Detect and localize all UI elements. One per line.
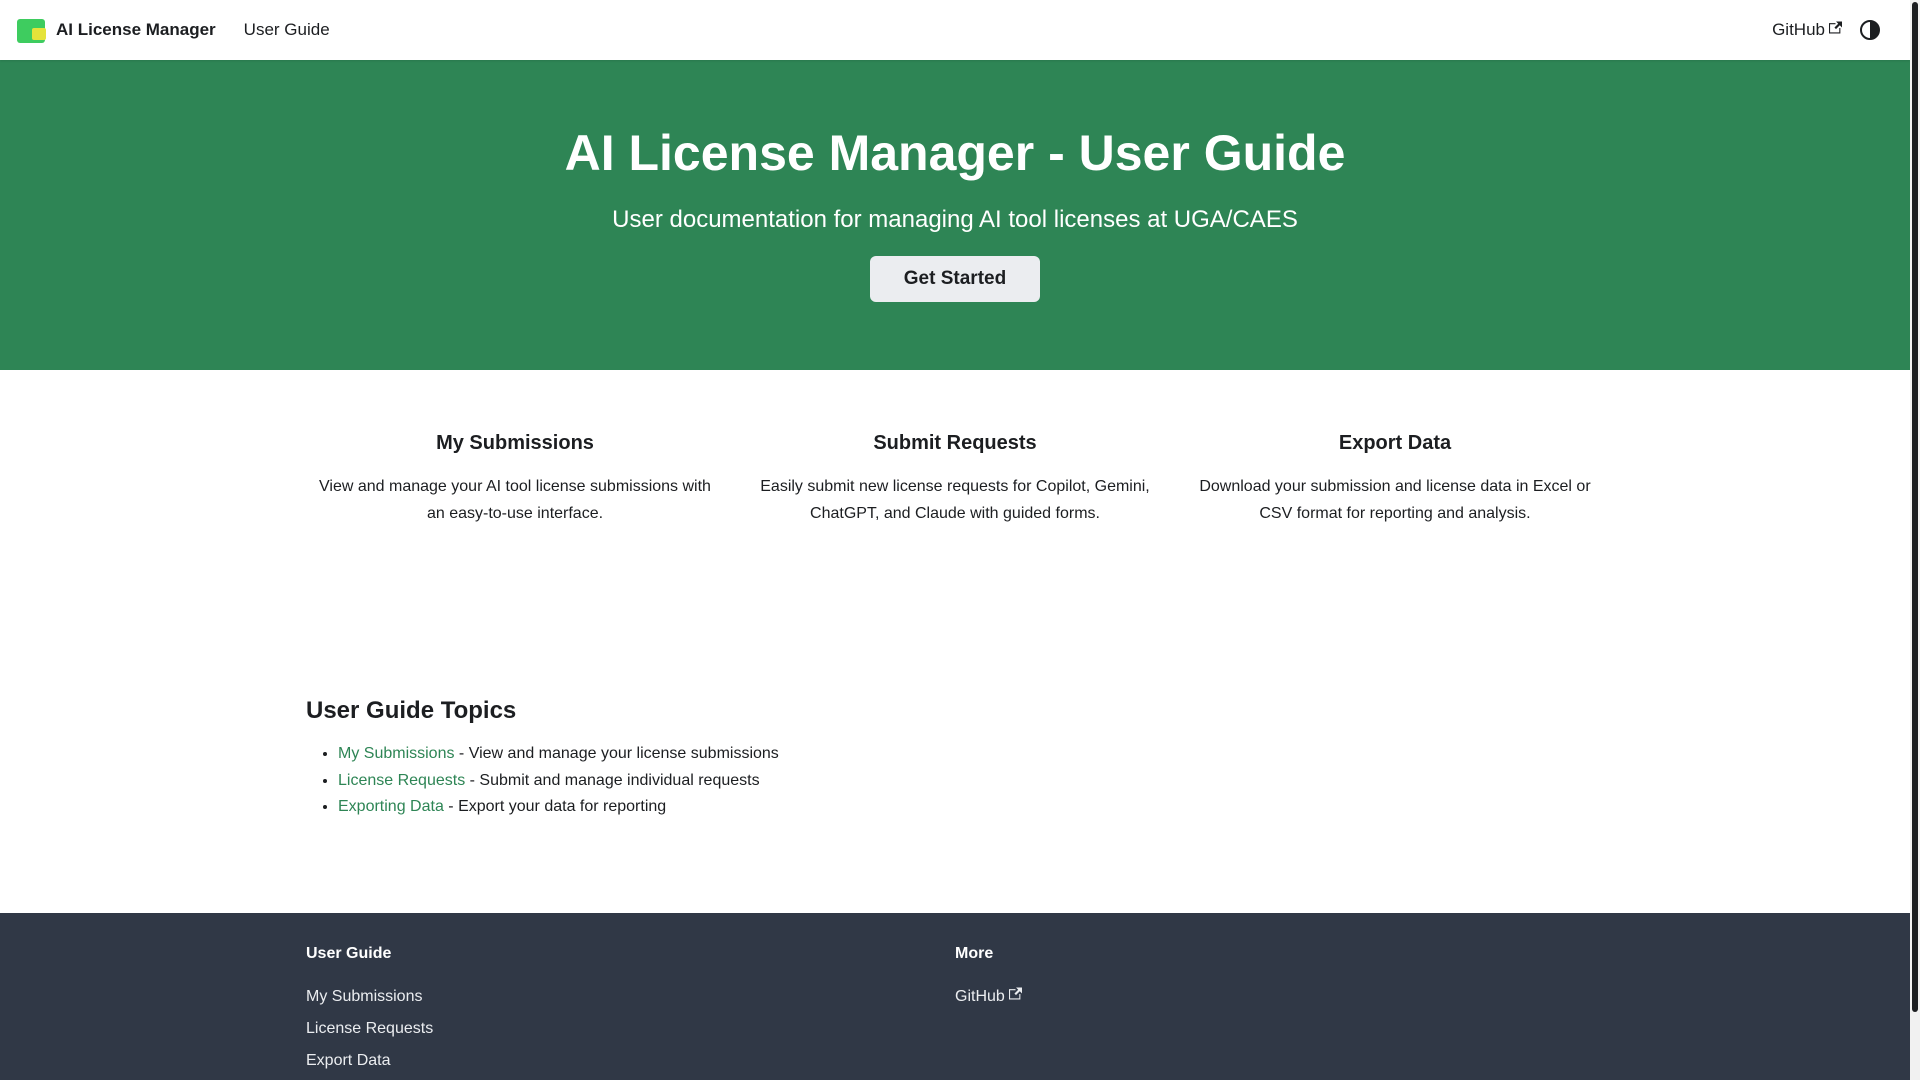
footer-link-export-data[interactable]: Export Data (306, 1045, 955, 1077)
topic-link-exporting-data[interactable]: Exporting Data (338, 798, 444, 815)
features: My Submissions View and manage your AI to… (295, 370, 1615, 527)
feature-export-data: Export Data Download your submission and … (1175, 432, 1615, 527)
feature-text: Download your submission and license dat… (1199, 478, 1591, 522)
brand-title: AI License Manager (56, 20, 216, 39)
logo-icon (16, 16, 48, 44)
get-started-button[interactable]: Get Started (869, 256, 1041, 302)
feature-submit-requests: Submit Requests Easily submit new license… (735, 432, 1175, 527)
github-label: GitHub (955, 988, 1005, 1005)
footer-col-title: User Guide (306, 945, 392, 962)
hero-title: AI License Manager - User Guide (564, 125, 1346, 181)
footer-link-license-requests[interactable]: License Requests (306, 1013, 955, 1045)
hero: AI License Manager - User Guide User doc… (0, 60, 1910, 370)
topic-desc: - Export your data for reporting (443, 798, 667, 815)
nav-user-guide[interactable]: User Guide (244, 20, 330, 40)
theme-toggle-icon[interactable] (1860, 20, 1880, 40)
footer-link-github[interactable]: GitHub (955, 981, 1604, 1013)
footer-col-title: More (955, 945, 994, 962)
topics-heading: User Guide Topics (306, 697, 517, 724)
topic-desc: - Submit and manage individual requests (465, 771, 760, 789)
feature-title: My Submissions (436, 432, 594, 454)
topics: User Guide Topics My Submissions - View … (306, 697, 1604, 821)
external-link-icon (1008, 987, 1022, 1000)
github-label: GitHub (1772, 20, 1825, 39)
topic-link-license-requests[interactable]: License Requests (338, 772, 465, 789)
feature-my-submissions: My Submissions View and manage your AI to… (295, 432, 735, 527)
scrollbar[interactable] (1910, 0, 1920, 1080)
feature-title: Export Data (1338, 432, 1452, 454)
topic-link-my-submissions[interactable]: My Submissions (338, 745, 454, 762)
list-item: Exporting Data - Export your data for re… (338, 794, 1604, 821)
navbar: AI License Manager User Guide GitHub (0, 0, 1910, 60)
page: AI License Manager User Guide GitHub AI … (0, 0, 1910, 1080)
list-item: License Requests - Submit and manage ind… (338, 768, 1604, 795)
footer-link-my-submissions[interactable]: My Submissions (306, 981, 955, 1013)
topic-desc: - View and manage your license submissio… (454, 745, 779, 762)
brand-link[interactable]: AI License Manager (16, 16, 216, 44)
feature-title: Submit Requests (873, 432, 1037, 454)
hero-subtitle: User documentation for managing AI tool … (612, 206, 1298, 233)
scrollbar-thumb[interactable] (1912, 2, 1918, 1012)
footer: User Guide My Submissions License Reques… (0, 913, 1910, 1080)
list-item: My Submissions - View and manage your li… (338, 741, 1604, 768)
external-link-icon (1829, 21, 1842, 34)
footer-col-more: More GitHub (955, 945, 1604, 1077)
feature-text: Easily submit new license requests for C… (760, 478, 1150, 522)
nav-github-link[interactable]: GitHub (1772, 20, 1842, 40)
footer-col-user-guide: User Guide My Submissions License Reques… (306, 945, 955, 1077)
feature-text: View and manage your AI tool license sub… (319, 478, 711, 522)
